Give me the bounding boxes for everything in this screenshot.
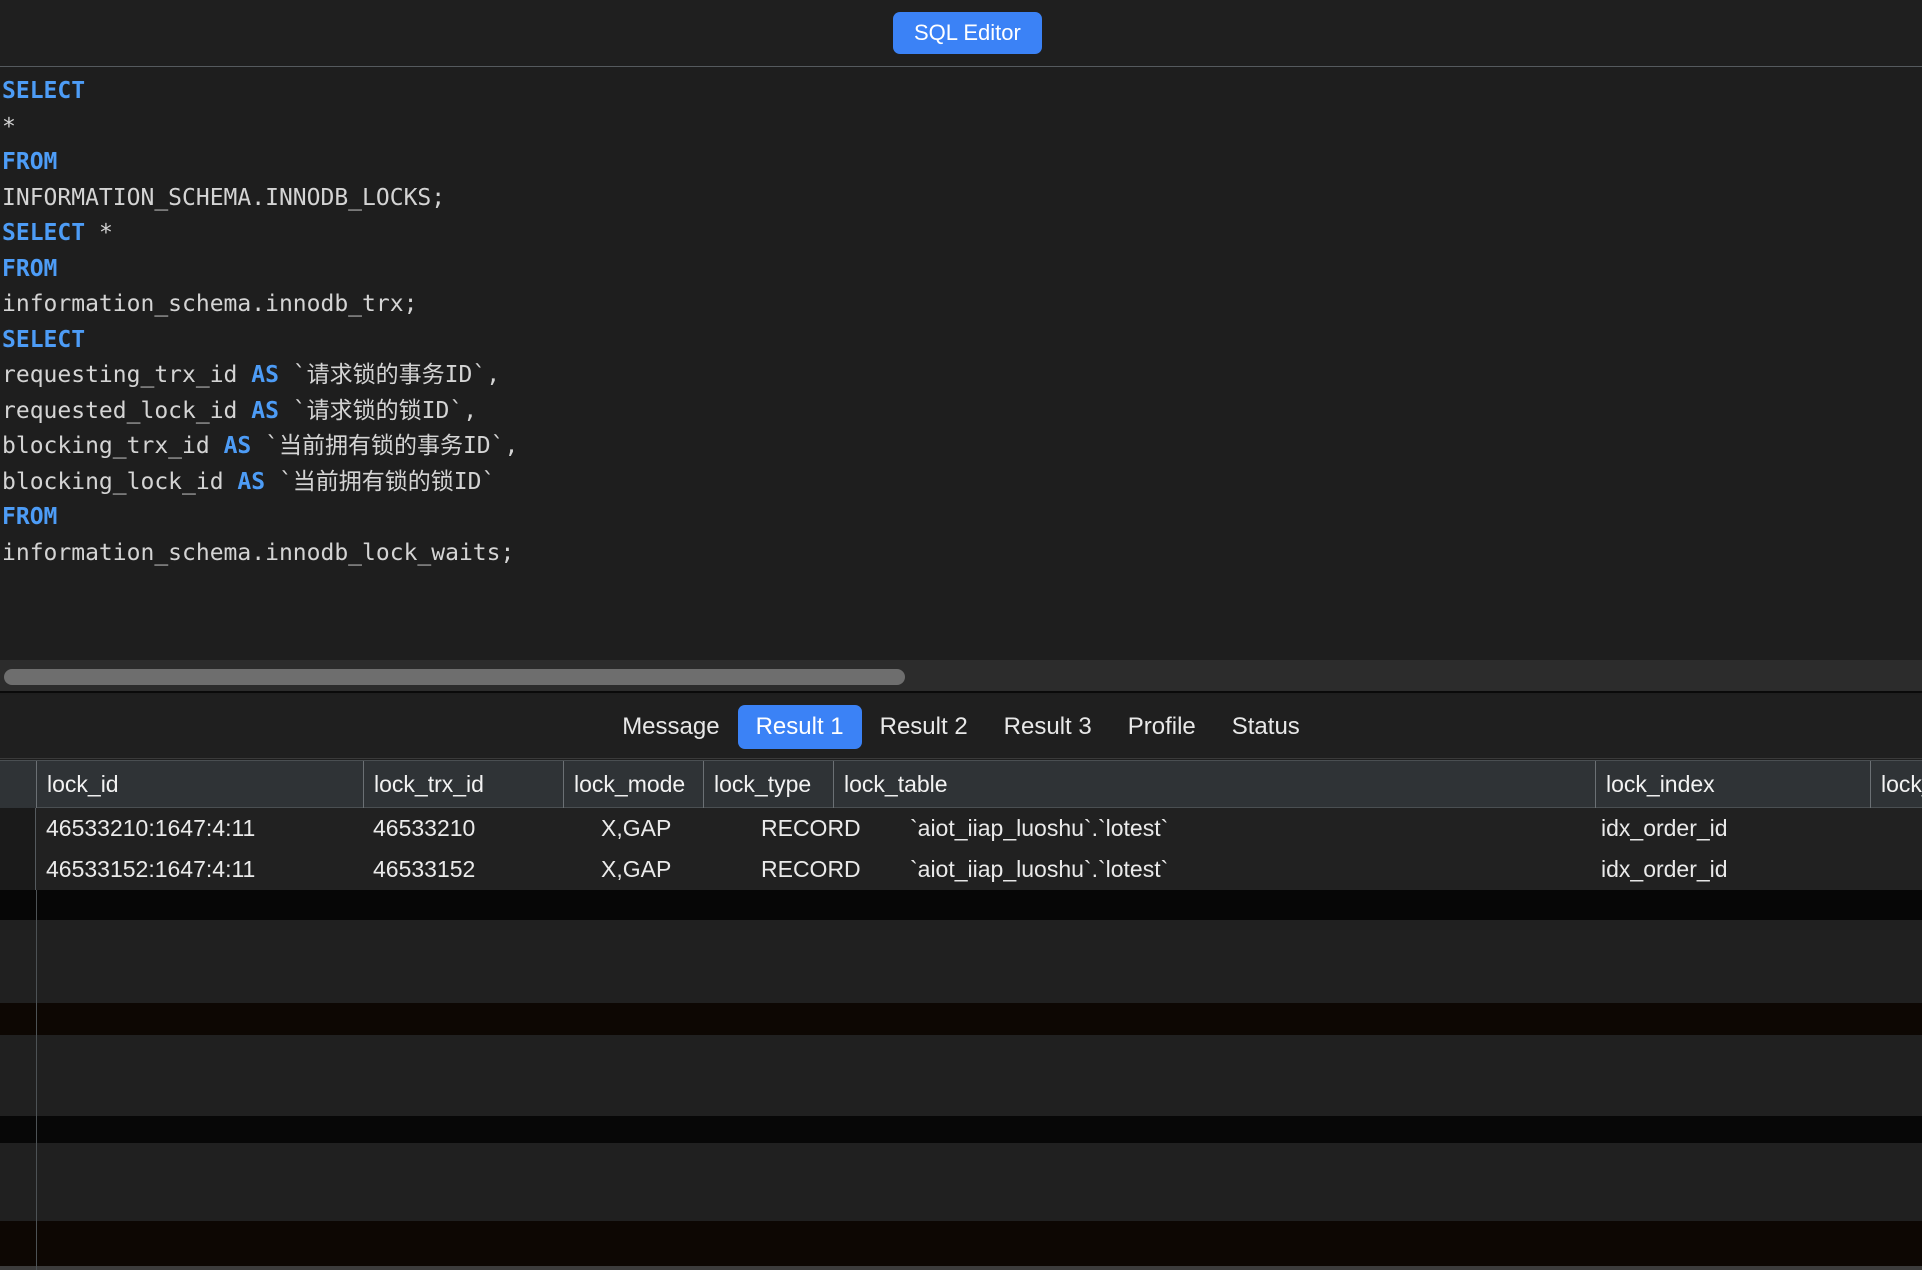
empty-band-4 [0, 1035, 1922, 1116]
result-grid: lock_id lock_trx_id lock_mode lock_type lock… [0, 760, 1922, 1270]
table-row[interactable]: 46533152:1647:4:11 46533152 X,GAP RECORD `ai… [0, 849, 1922, 890]
sql-text: information_schema.innodb_trx; [2, 291, 418, 317]
column-header-lock_id[interactable]: lock_id [36, 761, 363, 808]
sql-line-9: requesting_trx_id AS `请求锁的事务ID`, [0, 358, 1922, 394]
empty-band-1 [0, 890, 1922, 920]
sql-line-5: SELECT * [0, 216, 1922, 252]
cell-lock_s[interactable] [1880, 808, 1922, 849]
cell-lock_s[interactable] [1880, 849, 1922, 890]
column-header-lock_trx_id[interactable]: lock_trx_id [363, 761, 563, 808]
sql-line-3: FROM [0, 145, 1922, 181]
cell-lock_trx_id[interactable]: 46533152 [373, 849, 573, 890]
cell-lock_mode[interactable]: X,GAP [601, 808, 741, 849]
sql-editor-button[interactable]: SQL Editor [893, 12, 1042, 54]
sql-keyword: AS [251, 362, 279, 388]
editor-horizontal-scrollbar[interactable] [0, 660, 1922, 693]
empty-band-3 [0, 1003, 1922, 1035]
result-tab-message[interactable]: Message [604, 705, 737, 749]
result-tab-status[interactable]: Status [1214, 705, 1318, 749]
sql-keyword: FROM [2, 149, 58, 175]
sql-keyword: FROM [2, 255, 58, 282]
sql-line-11: blocking_trx_id AS `当前拥有锁的事务ID`, [0, 429, 1922, 465]
result-tab-result-2[interactable]: Result 2 [862, 705, 986, 749]
sql-line-13: FROM [0, 500, 1922, 536]
result-grid-empty-area [0, 890, 1922, 1270]
sql-line-14: information_schema.innodb_lock_waits; [0, 536, 1922, 572]
cell-lock_id[interactable]: 46533152:1647:4:11 [46, 849, 373, 890]
column-header-lock_table[interactable]: lock_table [833, 761, 1595, 808]
gutter-divider [36, 890, 37, 1270]
sql-line-1: SELECT [0, 74, 1922, 110]
sql-text: `请求锁的事务ID`, [278, 362, 501, 388]
sql-line-8: SELECT [0, 323, 1922, 359]
sql-keyword: SELECT [2, 220, 86, 246]
sql-text: `当前拥有锁的锁ID` [265, 468, 496, 495]
empty-band-6 [0, 1143, 1922, 1221]
grid-bottom-edge [0, 1266, 1922, 1270]
result-tab-result-1[interactable]: Result 1 [737, 704, 862, 749]
sql-keyword: AS [251, 397, 279, 424]
cell-lock_index[interactable]: idx_order_id [1601, 808, 1876, 849]
cell-lock_id[interactable]: 46533210:1647:4:11 [46, 808, 373, 849]
cell-lock_type[interactable]: RECORD [761, 808, 891, 849]
toolbar: SQL Editor [0, 0, 1922, 67]
result-grid-body: 46533210:1647:4:11 46533210 X,GAP RECORD `ai… [0, 808, 1922, 890]
sql-line-10: requested_lock_id AS `请求锁的锁ID`, [0, 394, 1922, 430]
cell-lock_trx_id[interactable]: 46533210 [373, 808, 573, 849]
cell-lock_type[interactable]: RECORD [761, 849, 891, 890]
sql-text: INFORMATION_SCHEMA.INNODB_LOCKS; [2, 184, 446, 211]
sql-text: blocking_trx_id [2, 433, 224, 459]
sql-text: * [2, 113, 16, 140]
table-row[interactable]: 46533210:1647:4:11 46533210 X,GAP RECORD `ai… [0, 808, 1922, 849]
sql-keyword: AS [237, 468, 266, 495]
column-header-lock_type[interactable]: lock_type [703, 761, 833, 808]
sql-keyword: SELECT [2, 78, 86, 104]
cell-lock_table[interactable]: `aiot_iiap_luoshu`.`lotest` [910, 808, 1672, 849]
sql-text: * [85, 220, 113, 246]
editor-horizontal-scrollbar-thumb[interactable] [4, 669, 905, 685]
empty-band-7 [0, 1221, 1922, 1266]
sql-keyword: AS [223, 433, 252, 459]
sql-keyword: SELECT [2, 326, 86, 353]
sql-text: requesting_trx_id [2, 362, 252, 388]
cell-lock_mode[interactable]: X,GAP [601, 849, 741, 890]
result-tab-result-3[interactable]: Result 3 [986, 705, 1110, 749]
result-tab-profile[interactable]: Profile [1110, 705, 1214, 749]
empty-band-2 [0, 920, 1922, 1003]
sql-editor-window: SQL Editor SELECT * FROM INFORMATION_SCHEMA… [0, 0, 1922, 1270]
result-tab-bar: Message Result 1 Result 2 Result 3 Profile St… [0, 695, 1922, 759]
sql-text: blocking_lock_id [2, 468, 238, 495]
sql-editor-textarea[interactable]: SELECT * FROM INFORMATION_SCHEMA.INNODB_LOC… [0, 68, 1922, 657]
cell-lock_index[interactable]: idx_order_id [1601, 849, 1876, 890]
column-header-lock_index[interactable]: lock_index [1595, 761, 1870, 808]
cell-lock_table[interactable]: `aiot_iiap_luoshu`.`lotest` [910, 849, 1672, 890]
sql-line-6: FROM [0, 252, 1922, 288]
column-header-lock_mode[interactable]: lock_mode [563, 761, 703, 808]
sql-line-2: * [0, 110, 1922, 146]
empty-band-5 [0, 1116, 1922, 1143]
sql-text: `请求锁的锁ID`, [278, 397, 478, 424]
sql-line-4: INFORMATION_SCHEMA.INNODB_LOCKS; [0, 181, 1922, 217]
sql-text: `当前拥有锁的事务ID`, [251, 433, 519, 459]
sql-text: requested_lock_id [2, 397, 252, 424]
result-grid-header-row: lock_id lock_trx_id lock_mode lock_type lock… [0, 760, 1922, 808]
sql-line-7: information_schema.innodb_trx; [0, 287, 1922, 323]
sql-line-12: blocking_lock_id AS `当前拥有锁的锁ID` [0, 465, 1922, 501]
sql-text: information_schema.innodb_lock_waits; [2, 539, 515, 566]
sql-keyword: FROM [2, 504, 58, 530]
column-header-lock_s[interactable]: lock_s [1870, 761, 1922, 808]
row-number-header-cell [0, 761, 36, 808]
